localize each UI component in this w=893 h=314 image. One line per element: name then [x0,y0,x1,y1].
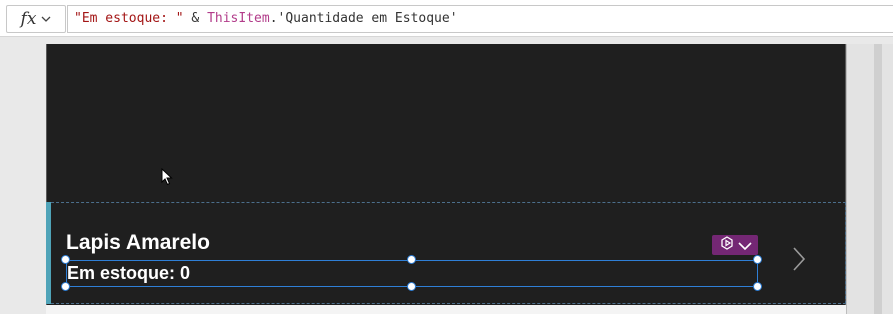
formula-reference-token: ThisItem [207,11,270,26]
chevron-down-icon [41,16,51,23]
resize-handle-top-right[interactable] [753,255,762,264]
property-selector-button[interactable]: fx [6,5,66,33]
selected-item-indicator [46,202,51,304]
resize-handle-top-left[interactable] [61,255,70,264]
formula-operator-token: & [183,11,208,26]
resize-handle-bottom-right[interactable] [753,282,762,291]
component-badge[interactable] [712,235,758,255]
fx-label: fx [20,9,37,29]
formula-bar: fx "Em estoque: " & ThisItem.'Quantidade… [0,0,893,37]
canvas-scroll-area [846,44,893,314]
chevron-down-icon [737,236,752,255]
formula-string-token: "Em estoque: " [74,11,184,26]
component-icon [719,235,735,255]
next-gallery-item-edge [46,305,846,314]
vertical-scrollbar[interactable] [874,44,882,314]
mouse-cursor-icon [161,167,173,186]
resize-handle-bottom-left[interactable] [61,282,70,291]
formula-property-token: .'Quantidade em Estoque' [269,11,458,26]
item-title-label[interactable]: Lapis Amarelo [66,228,210,258]
resize-handle-bottom-center[interactable] [407,282,416,291]
formula-input[interactable]: "Em estoque: " & ThisItem.'Quantidade em… [67,5,893,33]
chevron-right-icon[interactable] [790,246,810,272]
resize-handle-top-center[interactable] [407,255,416,264]
